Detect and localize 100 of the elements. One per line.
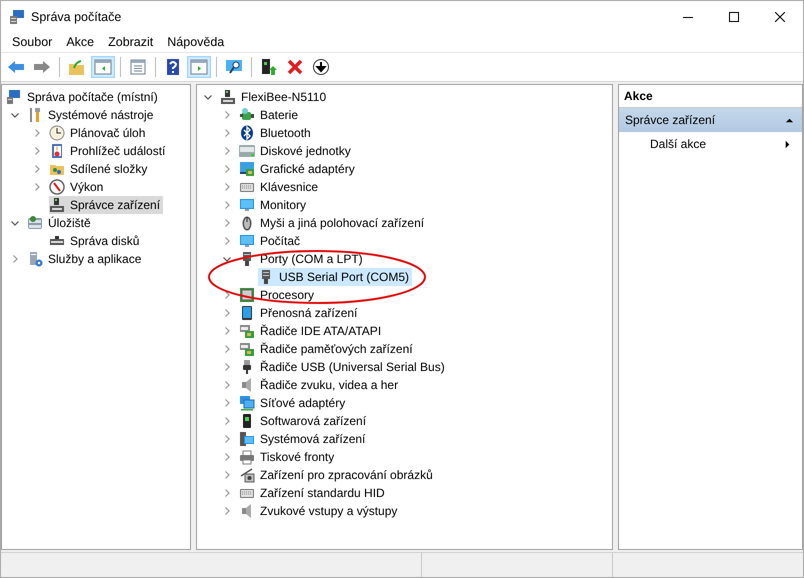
tools-icon xyxy=(27,107,43,123)
tree-item[interactable]: Správce zařízení xyxy=(49,196,164,214)
expand-chevron-icon[interactable] xyxy=(32,164,42,174)
network-icon xyxy=(239,395,255,411)
expand-chevron-icon[interactable] xyxy=(222,506,232,516)
update-driver-icon xyxy=(260,58,278,76)
expand-chevron-icon[interactable] xyxy=(222,308,232,318)
expand-chevron-icon[interactable] xyxy=(222,434,232,444)
expand-chevron-icon[interactable] xyxy=(32,128,42,138)
tree-item[interactable]: Baterie xyxy=(239,106,302,124)
expand-chevron-icon[interactable] xyxy=(222,470,232,480)
computer-management-icon xyxy=(9,8,25,24)
maximize-icon xyxy=(729,12,739,22)
services-icon xyxy=(27,251,43,267)
expand-chevron-icon[interactable] xyxy=(10,254,20,264)
printer-icon xyxy=(239,449,255,465)
tree-item[interactable]: Porty (COM a LPT) xyxy=(239,250,366,268)
camera-icon xyxy=(239,467,255,483)
submenu-arrow-icon xyxy=(783,140,792,148)
collapse-chevron-icon[interactable] xyxy=(10,218,20,228)
tree-item[interactable]: Procesory xyxy=(239,286,318,304)
expand-chevron-icon[interactable] xyxy=(222,452,232,462)
tree-item[interactable]: FlexiBee-N5110 xyxy=(220,88,330,106)
device-icon xyxy=(49,197,65,213)
pane-toggle-icon xyxy=(190,58,208,76)
tree-item[interactable]: USB Serial Port (COM5) xyxy=(258,268,412,286)
card-icon xyxy=(239,323,255,339)
tree-item[interactable]: Úložiště xyxy=(27,214,94,232)
back-arrow-icon xyxy=(7,58,25,76)
expand-chevron-icon[interactable] xyxy=(222,218,232,228)
expand-chevron-icon[interactable] xyxy=(222,416,232,426)
tree-item[interactable]: Řadiče paměťových zařízení xyxy=(239,340,416,358)
up-folder-icon xyxy=(68,58,86,76)
menu-item[interactable]: Akce xyxy=(59,35,102,49)
display-card-icon xyxy=(239,161,255,177)
expand-chevron-icon[interactable] xyxy=(222,488,232,498)
expand-chevron-icon[interactable] xyxy=(222,146,232,156)
expand-chevron-icon[interactable] xyxy=(222,362,232,372)
collapse-chevron-icon[interactable] xyxy=(222,254,232,264)
tree-item[interactable]: Počítač xyxy=(239,232,304,250)
expand-chevron-icon[interactable] xyxy=(222,110,232,120)
tree-item[interactable]: Myši a jiná polohovací zařízení xyxy=(239,214,428,232)
bluetooth-icon xyxy=(239,125,255,141)
tree-item[interactable]: Bluetooth xyxy=(239,124,314,142)
tree-item[interactable]: Monitory xyxy=(239,196,310,214)
expand-chevron-icon[interactable] xyxy=(32,182,42,192)
collapse-chevron-icon[interactable] xyxy=(203,92,213,102)
tree-item[interactable]: Plánovač úloh xyxy=(49,124,148,142)
tree-item[interactable]: Prohlížeč událostí xyxy=(49,142,168,160)
expand-chevron-icon[interactable] xyxy=(222,164,232,174)
tree-item[interactable]: Řadiče USB (Universal Serial Bus) xyxy=(239,358,448,376)
expand-chevron-icon[interactable] xyxy=(222,200,232,210)
tree-item[interactable]: Klávesnice xyxy=(239,178,322,196)
collapse-chevron-icon[interactable] xyxy=(10,110,20,120)
system-icon xyxy=(239,431,255,447)
tree-item[interactable]: Diskové jednotky xyxy=(239,142,354,160)
expand-chevron-icon[interactable] xyxy=(222,236,232,246)
tree-item[interactable]: Sdílené složky xyxy=(49,160,150,178)
action-item[interactable]: Další akce xyxy=(619,132,802,156)
expand-chevron-icon[interactable] xyxy=(222,344,232,354)
card-icon xyxy=(239,341,255,357)
scan-monitor-icon xyxy=(225,58,243,76)
pane-toggle-icon xyxy=(94,58,112,76)
tree-item[interactable]: Systémová zařízení xyxy=(239,430,368,448)
tree-item[interactable]: Správa disků xyxy=(49,232,142,250)
tablet-icon xyxy=(239,305,255,321)
monitor-icon xyxy=(239,233,255,249)
properties-icon xyxy=(129,58,147,76)
tree-item[interactable]: Služby a aplikace xyxy=(27,250,144,268)
expand-chevron-icon[interactable] xyxy=(222,326,232,336)
menu-item[interactable]: Nápověda xyxy=(160,35,232,49)
menu-item[interactable]: Soubor xyxy=(5,35,60,49)
drive-icon xyxy=(239,143,255,159)
tree-item[interactable]: Zvukové vstupy a výstupy xyxy=(239,502,400,520)
expand-chevron-icon[interactable] xyxy=(222,380,232,390)
download-icon xyxy=(312,58,330,76)
tree-item[interactable]: Systémové nástroje xyxy=(27,106,156,124)
tree-item[interactable]: Výkon xyxy=(49,178,106,196)
device-icon xyxy=(220,89,236,105)
delete-icon xyxy=(286,58,304,76)
tree-item[interactable]: Grafické adaptéry xyxy=(239,160,358,178)
tree-item[interactable]: Softwarová zařízení xyxy=(239,412,370,430)
expand-chevron-icon[interactable] xyxy=(222,182,232,192)
tree-item[interactable]: Správa počítače (místní) xyxy=(6,88,161,106)
tree-item[interactable]: Síťové adaptéry xyxy=(239,394,348,412)
tree-item[interactable]: Zařízení pro zpracování obrázků xyxy=(239,466,436,484)
log-book-icon xyxy=(49,143,65,159)
actions-section-header[interactable]: Správce zařízení xyxy=(619,108,802,132)
tree-item[interactable]: Řadiče zvuku, videa a her xyxy=(239,376,402,394)
window-title: Správa počítače xyxy=(31,10,122,24)
expand-chevron-icon[interactable] xyxy=(32,146,42,156)
expand-chevron-icon[interactable] xyxy=(222,128,232,138)
close-icon xyxy=(775,12,785,22)
monitor-icon xyxy=(239,197,255,213)
tree-item[interactable]: Řadiče IDE ATA/ATAPI xyxy=(239,322,384,340)
tree-item[interactable]: Zařízení standardu HID xyxy=(239,484,388,502)
expand-chevron-icon[interactable] xyxy=(222,398,232,408)
tree-item[interactable]: Tiskové fronty xyxy=(239,448,338,466)
tree-item[interactable]: Přenosná zařízení xyxy=(239,304,360,322)
menu-item[interactable]: Zobrazit xyxy=(101,35,160,49)
